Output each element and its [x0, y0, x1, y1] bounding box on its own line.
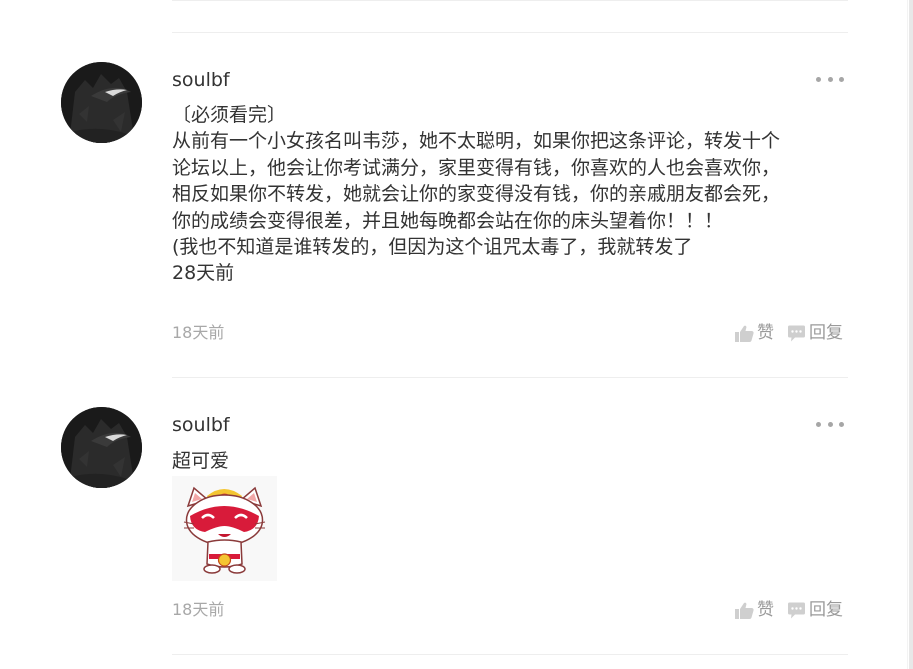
divider-top	[172, 0, 848, 1]
scrollbar-edge-line	[907, 0, 908, 669]
avatar-image	[61, 407, 142, 488]
avatar[interactable]	[61, 62, 142, 143]
like-label: 赞	[757, 600, 774, 620]
comment-line: 28天前	[172, 262, 235, 285]
username[interactable]: soulbf	[172, 68, 230, 92]
comment-text: 〔必须看完〕 从前有一个小女孩名叫韦莎，她不太聪明，如果你把这条评论，转发十个 …	[172, 102, 852, 287]
divider	[172, 654, 848, 655]
comment-actions: 赞 回复	[735, 600, 843, 620]
comment-line: 论坛以上，他会让你考试满分，家里变得有钱，你喜欢的人也会喜欢你，	[172, 156, 781, 179]
comment-line: 从前有一个小女孩名叫韦莎，她不太聪明，如果你把这条评论，转发十个	[172, 130, 781, 153]
more-dots-icon[interactable]	[816, 74, 844, 84]
comment-actions: 赞 回复	[735, 323, 843, 343]
speech-bubble-icon	[788, 602, 805, 618]
scrollbar-track[interactable]	[909, 0, 913, 669]
comment-text: 超可爱	[172, 448, 852, 474]
cat-sticker-icon	[172, 476, 277, 581]
comment-page: soulbf 〔必须看完〕 从前有一个小女孩名叫韦莎，她不太聪明，如果你把这条评…	[0, 0, 913, 669]
comment-line: 〔必须看完〕	[172, 104, 287, 126]
reply-label: 回复	[809, 600, 843, 620]
reply-button[interactable]: 回复	[787, 323, 843, 343]
sticker-image[interactable]	[172, 476, 277, 581]
comment-line: 你的成绩会变得很差，并且她每晚都会站在你的床头望着你！！！	[172, 209, 724, 232]
username[interactable]: soulbf	[172, 413, 230, 437]
avatar[interactable]	[61, 407, 142, 488]
divider	[172, 377, 848, 378]
reply-button[interactable]: 回复	[787, 600, 843, 620]
reply-label: 回复	[809, 323, 843, 343]
comment-time: 18天前	[172, 323, 225, 342]
thumbs-up-icon	[735, 602, 754, 619]
comment-line: (我也不知道是谁转发的，但因为这个诅咒太毒了，我就转发了	[172, 236, 693, 259]
like-label: 赞	[757, 323, 774, 343]
thumbs-up-icon	[735, 325, 754, 342]
like-button[interactable]: 赞	[735, 600, 774, 620]
speech-bubble-icon	[788, 325, 805, 341]
avatar-image	[61, 62, 142, 143]
divider	[172, 32, 848, 33]
comment-line: 相反如果你不转发，她就会让你的家变得没有钱，你的亲戚朋友都会死，	[172, 183, 781, 206]
comment-time: 18天前	[172, 600, 225, 619]
more-dots-icon[interactable]	[816, 419, 844, 429]
comment-line: 超可爱	[172, 450, 230, 472]
like-button[interactable]: 赞	[735, 323, 774, 343]
